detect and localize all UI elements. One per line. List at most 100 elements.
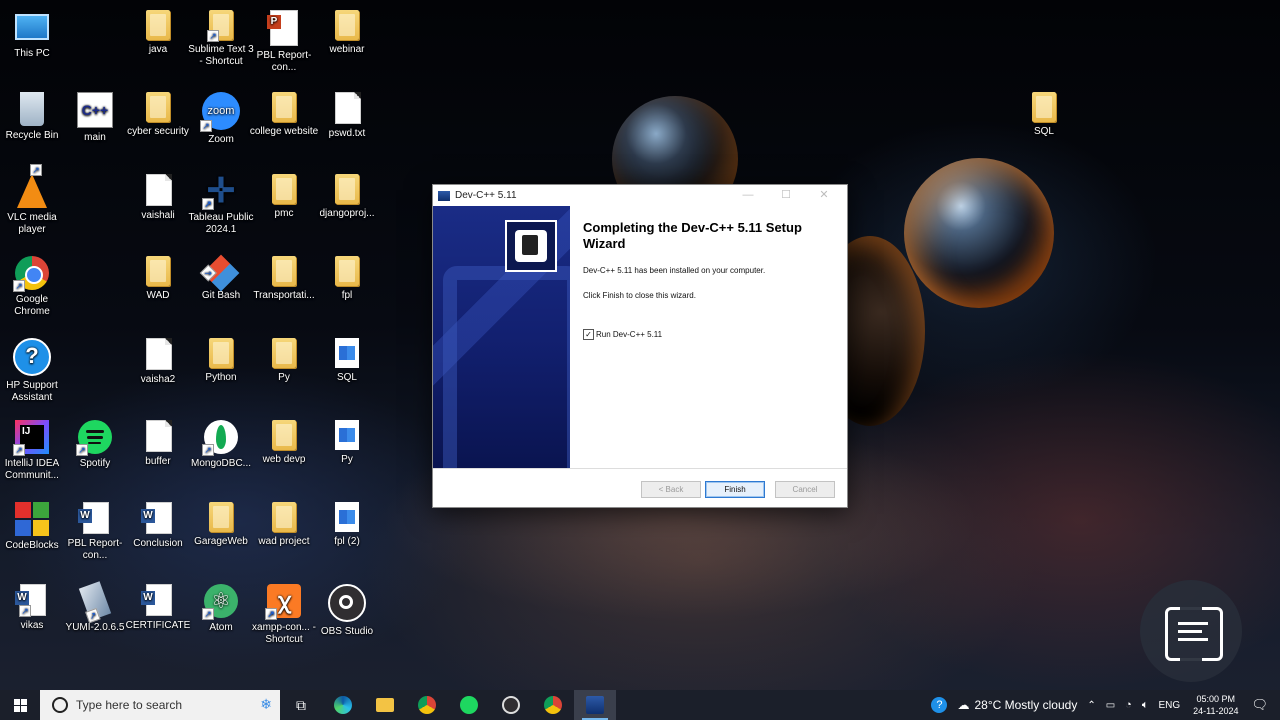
taskbar-spotify[interactable] (448, 690, 490, 720)
devcpp-app-icon (438, 190, 450, 201)
desktop-icon-intellij[interactable]: IJ IntelliJ IDEA Communit... (0, 420, 67, 482)
desktop-icon-chrome[interactable]: Google Chrome (0, 256, 67, 318)
checkbox-checked-icon[interactable]: ✓ (583, 329, 594, 340)
intellij-icon: IJ (13, 420, 49, 456)
folder-icon (146, 256, 170, 286)
desktop-icon-transportation[interactable]: Transportati... (249, 256, 319, 302)
desktop-icon-pswd[interactable]: pswd.txt (312, 92, 382, 140)
desktop-icon-vaishali[interactable]: vaishali (123, 174, 193, 222)
desktop-icon-cyber-security[interactable]: cyber security (123, 92, 193, 138)
word-document-icon (141, 584, 172, 616)
desktop-icon-vikas[interactable]: vikas (0, 584, 67, 632)
desktop-icon-java[interactable]: java (123, 10, 193, 56)
desktop-icon-fpl2[interactable]: fpl (2) (312, 502, 382, 548)
start-button[interactable] (0, 690, 40, 720)
desktop-icon-label: java (148, 44, 168, 55)
notifications-icon[interactable]: 🗨︎ (1251, 697, 1268, 713)
desktop-icon-sql-file[interactable]: SQL (312, 338, 382, 384)
desktop-icon-webinar[interactable]: webinar (312, 10, 382, 56)
folder-icon (335, 174, 359, 204)
desktop-icon-obs[interactable]: OBS Studio (312, 584, 382, 638)
task-view-button[interactable]: ⧉ (280, 690, 322, 720)
desktop-icon-main[interactable]: C++ main (60, 92, 130, 144)
desktop-icon-hp-support[interactable]: ? HP Support Assistant (0, 338, 67, 404)
desktop-icon-codeblocks[interactable]: CodeBlocks (0, 502, 67, 552)
dialog-title: Dev-C++ 5.11 (455, 190, 517, 201)
desktop-icon-pbl-report-pptx[interactable]: P PBL Report-con... (249, 10, 319, 74)
desktop-icon-wad[interactable]: WAD (123, 256, 193, 302)
desktop-icon-fpl[interactable]: fpl (312, 256, 382, 302)
desktop-icon-spotify[interactable]: Spotify (60, 420, 130, 470)
hp-support-tray-icon[interactable]: ? (931, 697, 948, 713)
taskbar-clock[interactable]: 05:00 PM 24-11-2024 (1193, 693, 1238, 717)
taskbar-edge[interactable] (322, 690, 364, 720)
minimize-icon[interactable]: — (729, 185, 767, 206)
desktop-icon-garageweb[interactable]: GarageWeb (186, 502, 256, 548)
taskbar-chrome-2[interactable] (532, 690, 574, 720)
desktop-icon-vlc[interactable]: VLC media player (0, 164, 67, 236)
taskbar-search-box[interactable]: Type here to search ❄ (40, 690, 280, 720)
desktop-icon-sublime[interactable]: Sublime Text 3 - Shortcut (186, 10, 256, 68)
close-icon[interactable]: ✕ (805, 185, 843, 206)
desktop-icon-xampp[interactable]: ꭓ xampp-con... - Shortcut (249, 584, 319, 646)
battery-icon[interactable]: ▭ (1106, 700, 1115, 711)
desktop-icon-python[interactable]: Python (186, 338, 256, 384)
desktop-icon-wad-project[interactable]: wad project (249, 502, 319, 548)
desktop-icon-conclusion[interactable]: Conclusion (123, 502, 193, 550)
windows-logo-icon (13, 698, 27, 712)
spotify-icon (76, 420, 112, 456)
desktop-icon-label: xampp-con... - Shortcut (252, 622, 316, 645)
desktop-icon-label: vaisha2 (140, 374, 176, 385)
wizard-content: Completing the Dev-C++ 5.11 Setup Wizard… (583, 220, 837, 316)
desktop-icon-zoom[interactable]: zoom Zoom (186, 92, 256, 146)
desktop-icon-pmc[interactable]: pmc (249, 174, 319, 220)
taskbar-devcpp-setup[interactable] (574, 690, 616, 720)
maximize-icon[interactable]: ☐ (767, 185, 805, 206)
desktop-icon-py-file[interactable]: Py (312, 420, 382, 466)
desktop-icon-py[interactable]: Py (249, 338, 319, 384)
desktop-icon-djangoproj[interactable]: djangoproj... (312, 174, 382, 220)
dialog-titlebar[interactable]: Dev-C++ 5.11 — ☐ ✕ (433, 185, 847, 206)
desktop-icon-tableau[interactable]: ✛ Tableau Public 2024.1 (186, 174, 256, 236)
weather-widget[interactable]: 28°C Mostly cloudy (974, 698, 1077, 712)
desktop-icon-label: Atom (209, 622, 233, 633)
desktop-icon-vaisha2[interactable]: vaisha2 (123, 338, 193, 386)
finish-button[interactable]: Finish (705, 481, 765, 498)
wifi-icon[interactable]: ◔ (1125, 699, 1132, 711)
desktop-icon-label: HP Support Assistant (6, 380, 58, 403)
run-devcpp-checkbox[interactable]: ✓ Run Dev-C++ 5.11 (583, 329, 662, 340)
cancel-button[interactable]: Cancel (775, 481, 835, 498)
desktop-icon-buffer[interactable]: buffer (123, 420, 193, 468)
chrome-icon (13, 256, 49, 292)
desktop-icon-yumi[interactable]: YUMI-2.0.6.5 (60, 581, 130, 634)
taskbar-obs[interactable] (490, 690, 532, 720)
volume-icon[interactable]: 🔈︎ (1142, 699, 1149, 712)
desktop-icon-label: main (84, 132, 106, 143)
desktop-icon-label: VLC media player (7, 212, 57, 235)
desktop-icon-label: PBL Report-con... (256, 50, 312, 73)
desktop-icon-recycle-bin[interactable]: Recycle Bin (0, 92, 67, 142)
show-hidden-icons-icon[interactable]: ⌃ (1087, 700, 1095, 711)
taskbar-chrome[interactable] (406, 690, 448, 720)
desktop-icon-label: pmc (274, 208, 294, 219)
desktop-icon-certificate[interactable]: CERTIFICATE (123, 584, 193, 632)
desktop-icon-web-devp[interactable]: web devp (249, 420, 319, 466)
text-file-icon (146, 420, 172, 452)
back-button[interactable]: < Back (641, 481, 701, 498)
folder-icon (209, 502, 233, 532)
desktop-icon-this-pc[interactable]: This PC (0, 10, 67, 60)
desktop-icon-atom[interactable]: ⚛ Atom (186, 584, 256, 634)
desktop-icon-pbl-report[interactable]: PBL Report-con... (60, 502, 130, 562)
desktop-icon-sql-folder[interactable]: SQL (1009, 92, 1079, 138)
desktop-icon-label: vikas (20, 620, 44, 631)
language-indicator[interactable]: ENG (1158, 700, 1180, 711)
desktop-icon-label: CERTIFICATE (125, 620, 191, 631)
weather-icon[interactable]: ☁ (957, 698, 969, 712)
desktop-icon-git-bash[interactable]: Git Bash (186, 254, 256, 302)
desktop-icon-college-website[interactable]: college website (249, 92, 319, 138)
desktop-icon-mongodb[interactable]: MongoDBC... (186, 420, 256, 470)
taskbar-file-explorer[interactable] (364, 690, 406, 720)
cpp-file-icon: C++ (77, 92, 113, 128)
desktop-icon-label: fpl (341, 290, 353, 301)
screen-capture-button[interactable] (1140, 580, 1242, 682)
